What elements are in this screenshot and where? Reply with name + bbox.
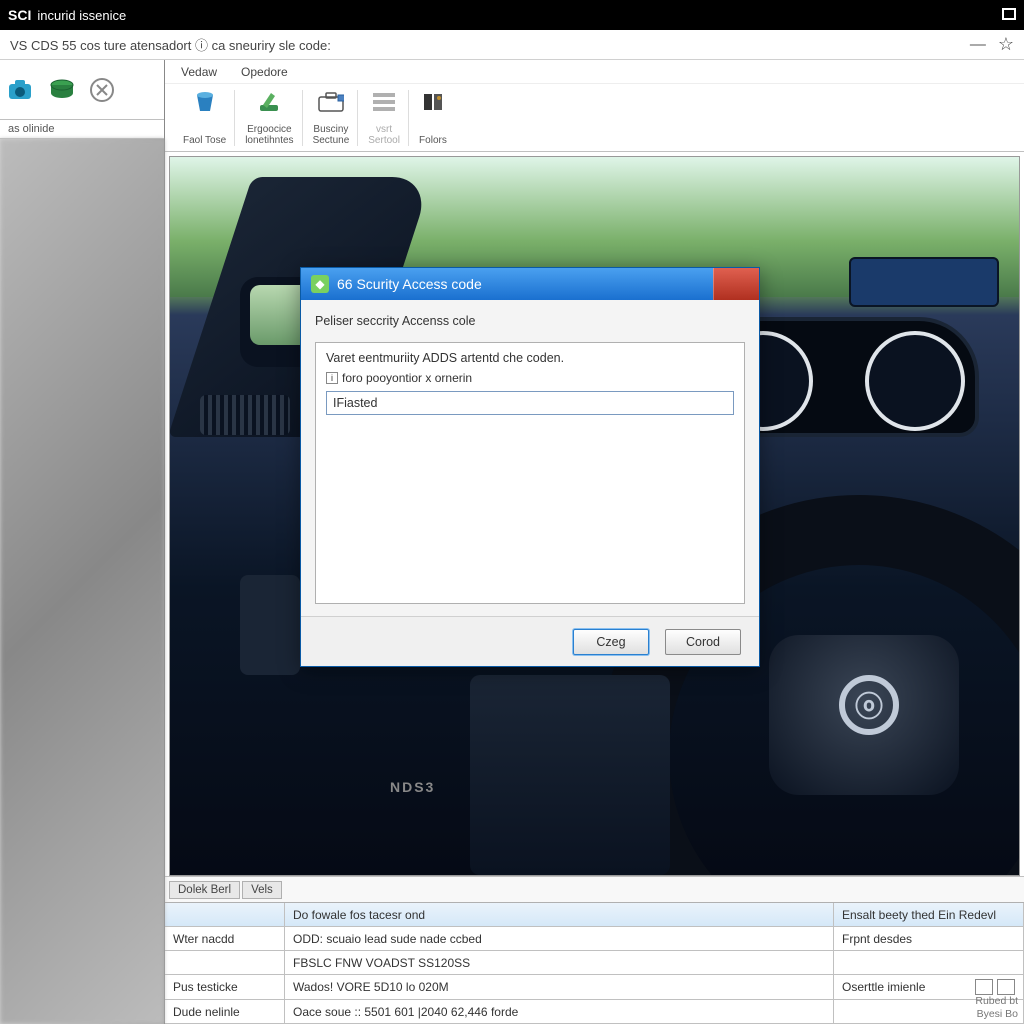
- footer-credits: Rubed bt Byesi Bo: [975, 995, 1018, 1022]
- menu-strip: Vedaw Opedore: [165, 60, 1024, 84]
- info-cell: Ensalt beety thed Ein Redevl: [834, 903, 1024, 927]
- window-minimize-button[interactable]: —: [970, 36, 986, 54]
- ribbon-label: Ergoocice: [245, 124, 293, 135]
- menu-item-view[interactable]: Vedaw: [181, 65, 217, 79]
- info-cell: [165, 903, 285, 927]
- dialog-title: 66 Scurity Access code: [337, 276, 482, 292]
- ribbon-label: Busciny: [313, 124, 350, 135]
- bottom-tab-strip: Dolek Berl Vels: [165, 876, 1024, 902]
- bottom-tab[interactable]: Dolek Berl: [169, 881, 240, 899]
- workspace: as olinide Vedaw Opedore Faol Tose Ergoo: [0, 60, 1024, 1024]
- dialog-button-row: Czeg Corod: [301, 616, 759, 666]
- ribbon-item-diagnose[interactable]: Ergoocice lonetihntes: [237, 90, 302, 146]
- maximize-icon: [1002, 8, 1016, 20]
- ribbon-label-sub: lonetihntes: [245, 135, 293, 146]
- ribbon-item-colors[interactable]: Folors: [411, 90, 455, 146]
- menu-item-operate[interactable]: Opedore: [241, 65, 288, 79]
- info-cell: FBSLC FNW VOADST SS120SS: [285, 951, 834, 975]
- disk-icon[interactable]: [46, 74, 78, 106]
- camera-icon[interactable]: [6, 74, 38, 106]
- ribbon-label: Faol Tose: [183, 135, 226, 146]
- dialog-cancel-button[interactable]: Corod: [665, 629, 741, 655]
- ribbon-label-sub: Sertool: [368, 135, 400, 146]
- info-cell: Frpnt desdes: [834, 927, 1024, 951]
- left-sidebar: as olinide: [0, 60, 165, 1024]
- shield-icon: ◆: [311, 275, 329, 293]
- info-icon: i: [326, 372, 338, 384]
- info-cell: Do fowale fos tacesr ond: [285, 903, 834, 927]
- grid-icon[interactable]: [975, 979, 993, 995]
- dialog-body: Peliser seccrity Accenss cole Varet eent…: [301, 300, 759, 616]
- palette-icon: [419, 90, 447, 114]
- info-panel: Do fowale fos tacesr ond Ensalt beety th…: [165, 902, 1024, 1024]
- security-code-input[interactable]: [326, 391, 734, 415]
- ribbon-toolbar: Faol Tose Ergoocice lonetihntes Busciny …: [165, 84, 1024, 152]
- ribbon-item-security[interactable]: Busciny Sectune: [305, 90, 359, 146]
- info-cell: Dude nelinle: [165, 1000, 285, 1024]
- dialog-ok-button[interactable]: Czeg: [573, 629, 649, 655]
- briefcase-icon: [317, 90, 345, 114]
- info-cell: [165, 951, 285, 975]
- favorite-star-icon[interactable]: ☆: [998, 34, 1014, 55]
- info-cell: ODD: scuaio lead sude nade ccbed: [285, 927, 834, 951]
- dialog-instruction: Varet eentmuriity ADDS artentd che coden…: [326, 351, 734, 365]
- content-viewport: ⓞ NDS3 ◆ 66 Scurity Access code Peliser …: [169, 156, 1020, 876]
- wand-icon: [255, 90, 283, 114]
- app-brand: SCI: [8, 7, 31, 23]
- ribbon-label: vsrt: [368, 124, 400, 135]
- dialog-titlebar[interactable]: ◆ 66 Scurity Access code: [301, 268, 759, 300]
- list-icon: [370, 90, 398, 114]
- dialog-subtitle: Peliser seccrity Accenss cole: [315, 312, 745, 334]
- info-cell: Pus testicke: [165, 975, 285, 1000]
- ribbon-label-sub: Sectune: [313, 135, 350, 146]
- sidebar-preview-blur: [0, 139, 164, 1024]
- dialog-content-box: Varet eentmuriity ADDS artentd che coden…: [315, 342, 745, 604]
- info-cell: Oace soue :: 5501 601 |2040 62,446 forde: [285, 1000, 834, 1024]
- grid-icon[interactable]: [997, 979, 1015, 995]
- ribbon-item-fault-codes[interactable]: Faol Tose: [175, 90, 235, 146]
- security-access-dialog: ◆ 66 Scurity Access code Peliser seccrit…: [300, 267, 760, 667]
- ribbon-item-settings[interactable]: vsrt Sertool: [360, 90, 409, 146]
- info-cell: [834, 951, 1024, 975]
- app-subtitle: incurid issenice: [37, 8, 126, 23]
- bucket-icon: [191, 90, 219, 114]
- sidebar-icon-row: [0, 60, 164, 120]
- ribbon-label: Folors: [419, 135, 447, 146]
- connector-icon[interactable]: [86, 74, 118, 106]
- bottom-tab[interactable]: Vels: [242, 881, 282, 899]
- dialog-field-label: i foro pooyontior x ornerin: [326, 371, 734, 385]
- window-menubar: VS CDS 55 cos ture atensadort ⓘ ca sneur…: [0, 30, 1024, 60]
- subtitle-text: VS CDS 55 cos ture atensadort ⓘ ca sneur…: [10, 35, 331, 54]
- vehicle-brand-text: NDS3: [390, 779, 435, 795]
- window-maximize-button[interactable]: [1002, 8, 1016, 23]
- dialog-close-button[interactable]: [713, 268, 759, 300]
- main-area: Vedaw Opedore Faol Tose Ergoocice loneti…: [165, 60, 1024, 1024]
- window-titlebar-dark: SCI incurid issenice: [0, 0, 1024, 30]
- info-cell: Wados! VORE 5D10 lo 020M: [285, 975, 834, 1000]
- sidebar-label: as olinide: [0, 120, 164, 139]
- info-cell: Wter nacdd: [165, 927, 285, 951]
